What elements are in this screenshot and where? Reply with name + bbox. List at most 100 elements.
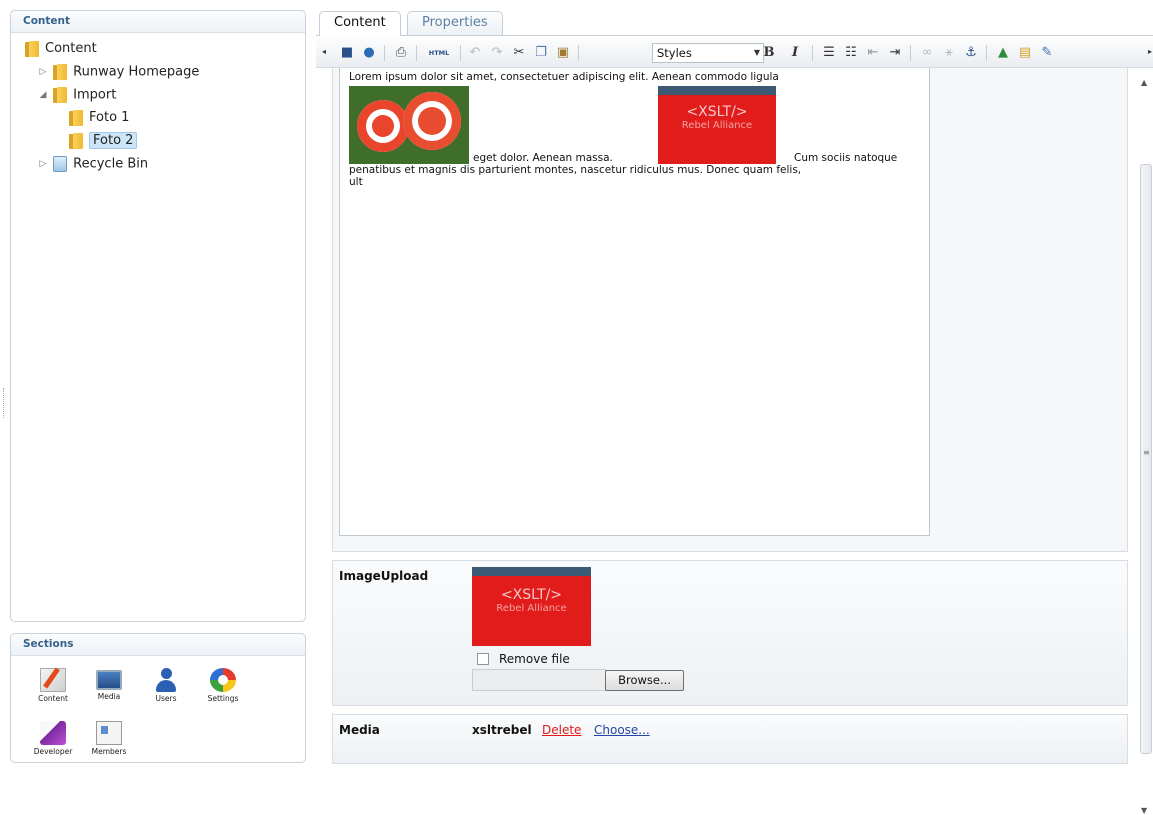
section-label: Content bbox=[38, 694, 68, 703]
insert-image-icon[interactable]: ▲ bbox=[994, 44, 1012, 62]
remove-file-label: Remove file bbox=[499, 652, 570, 666]
image-upload-label: ImageUpload bbox=[339, 569, 429, 583]
section-settings[interactable]: Settings bbox=[199, 668, 247, 703]
save-icon[interactable]: ■ bbox=[338, 44, 356, 62]
toolbar-separator bbox=[384, 45, 385, 61]
folder-icon bbox=[53, 87, 68, 103]
media-icon bbox=[96, 670, 122, 690]
tree-node-foto-2[interactable]: Foto 2 bbox=[69, 130, 138, 152]
section-members[interactable]: Members bbox=[85, 721, 133, 756]
anchor-icon[interactable]: ⚓ bbox=[962, 44, 980, 62]
image-caption: Rebel Alliance bbox=[681, 120, 753, 131]
toolbar-scroll-left-icon[interactable]: ◂ bbox=[322, 47, 326, 56]
styles-dropdown[interactable]: Styles ▼ bbox=[652, 43, 764, 63]
media-property: Media xsltrebel Delete Choose... bbox=[332, 714, 1128, 764]
tabs-divider bbox=[316, 35, 1153, 36]
toolbar-separator bbox=[416, 45, 417, 61]
section-media[interactable]: Media bbox=[85, 668, 133, 701]
vertical-scrollbar[interactable]: ▲ ≡ ▼ bbox=[1138, 68, 1153, 815]
remove-file-checkbox[interactable] bbox=[477, 653, 489, 665]
developer-icon bbox=[40, 721, 66, 745]
italic-button[interactable]: I bbox=[786, 44, 804, 62]
rich-text-editor-container: Lorem ipsum dolor sit amet, consectetuer… bbox=[332, 68, 1128, 552]
scrollbar-grip-icon: ≡ bbox=[1143, 448, 1150, 457]
sections-panel: Sections Content Media Users Settings De… bbox=[10, 633, 306, 763]
browse-button[interactable]: Browse... bbox=[605, 670, 684, 691]
section-label: Users bbox=[155, 694, 177, 703]
content-tree-panel: Content Content ▷ Runway Homepage ◢ Impo… bbox=[10, 10, 306, 622]
html-source-icon[interactable]: HTML bbox=[426, 44, 452, 62]
tree-node-label: Foto 1 bbox=[89, 110, 130, 125]
expand-arrow-icon[interactable]: ▷ bbox=[37, 153, 49, 175]
folder-icon bbox=[69, 109, 83, 126]
sections-title: Sections bbox=[11, 634, 305, 656]
members-icon bbox=[96, 721, 122, 745]
section-label: Settings bbox=[207, 694, 239, 703]
image-caption: Rebel Alliance bbox=[496, 603, 567, 614]
media-choose-link[interactable]: Choose... bbox=[594, 723, 650, 737]
undo-icon[interactable]: ↶ bbox=[466, 44, 484, 62]
toolbar-separator bbox=[812, 45, 813, 61]
scroll-up-icon[interactable]: ▲ bbox=[1141, 78, 1147, 87]
editor-text-line: Cum sociis natoque bbox=[794, 152, 898, 164]
tree-node-runway-homepage[interactable]: ▷ Runway Homepage bbox=[37, 61, 199, 83]
media-label: Media bbox=[339, 723, 380, 737]
xslt-shirt-image[interactable]: <XSLT/> Rebel Alliance bbox=[658, 86, 776, 164]
link-icon[interactable]: ∞ bbox=[918, 44, 936, 62]
expand-arrow-icon[interactable]: ▷ bbox=[37, 61, 49, 83]
redo-icon[interactable]: ↷ bbox=[488, 44, 506, 62]
tree-node-import[interactable]: ◢ Import bbox=[37, 84, 116, 106]
folder-icon bbox=[25, 40, 39, 57]
tree-node-label: Content bbox=[45, 41, 97, 56]
paste-icon[interactable]: ▣ bbox=[554, 44, 572, 62]
content-tree-title: Content bbox=[11, 11, 305, 33]
tree-node-recycle-bin[interactable]: ▷ Recycle Bin bbox=[37, 153, 148, 175]
recycle-bin-icon bbox=[53, 156, 68, 172]
toolbar-separator bbox=[986, 45, 987, 61]
tree-node-content[interactable]: Content bbox=[25, 38, 97, 60]
rich-text-editor[interactable]: Lorem ipsum dolor sit amet, consectetuer… bbox=[339, 68, 930, 536]
tree-node-label: Foto 2 bbox=[89, 132, 138, 149]
preview-icon[interactable]: ⎙ bbox=[392, 44, 410, 62]
settings-icon bbox=[210, 668, 236, 692]
section-content[interactable]: Content bbox=[29, 668, 77, 703]
tab-properties[interactable]: Properties bbox=[407, 11, 503, 35]
editor-text-line: penatibus et magnis dis parturient monte… bbox=[349, 164, 802, 176]
editor-text-line: ult bbox=[349, 176, 363, 188]
bold-button[interactable]: B bbox=[760, 44, 778, 62]
users-icon bbox=[153, 668, 179, 692]
scroll-down-icon[interactable]: ▼ bbox=[1141, 806, 1147, 815]
folder-icon bbox=[69, 132, 83, 149]
tree-node-foto-1[interactable]: Foto 1 bbox=[69, 107, 129, 129]
insert-form-icon[interactable]: ✎ bbox=[1038, 44, 1056, 62]
tab-content[interactable]: Content bbox=[319, 11, 401, 36]
insert-macro-icon[interactable]: ▤ bbox=[1016, 44, 1034, 62]
toolbar-scroll-right-icon[interactable]: ▸ bbox=[1148, 47, 1152, 56]
outdent-icon[interactable]: ⇤ bbox=[864, 44, 882, 62]
frisbee-image[interactable] bbox=[349, 86, 469, 164]
unlink-icon[interactable]: ⚹ bbox=[940, 44, 958, 62]
panel-splitter-grip[interactable] bbox=[3, 388, 7, 418]
image-caption: <XSLT/> bbox=[500, 587, 563, 603]
section-label: Members bbox=[91, 747, 127, 756]
collapse-arrow-icon[interactable]: ◢ bbox=[37, 84, 49, 106]
save-and-publish-icon[interactable]: ● bbox=[360, 44, 378, 62]
copy-icon[interactable]: ❐ bbox=[532, 44, 550, 62]
scrollbar-thumb[interactable] bbox=[1140, 164, 1152, 754]
media-delete-link[interactable]: Delete bbox=[542, 723, 581, 737]
cut-icon[interactable]: ✂ bbox=[510, 44, 528, 62]
tree-node-label: Recycle Bin bbox=[73, 156, 149, 172]
section-users[interactable]: Users bbox=[142, 668, 190, 703]
content-icon bbox=[40, 668, 66, 692]
folder-icon bbox=[53, 64, 68, 80]
styles-dropdown-value: Styles bbox=[657, 46, 692, 60]
numbered-list-icon[interactable]: ☷ bbox=[842, 44, 860, 62]
editor-text-line: eget dolor. Aenean massa. bbox=[473, 152, 613, 164]
image-caption: <XSLT/> bbox=[686, 104, 748, 120]
bullet-list-icon[interactable]: ☰ bbox=[820, 44, 838, 62]
file-path-input[interactable] bbox=[472, 669, 606, 691]
section-developer[interactable]: Developer bbox=[29, 721, 77, 756]
tree-node-label: Import bbox=[73, 87, 117, 103]
indent-icon[interactable]: ⇥ bbox=[886, 44, 904, 62]
toolbar-separator bbox=[578, 45, 579, 61]
